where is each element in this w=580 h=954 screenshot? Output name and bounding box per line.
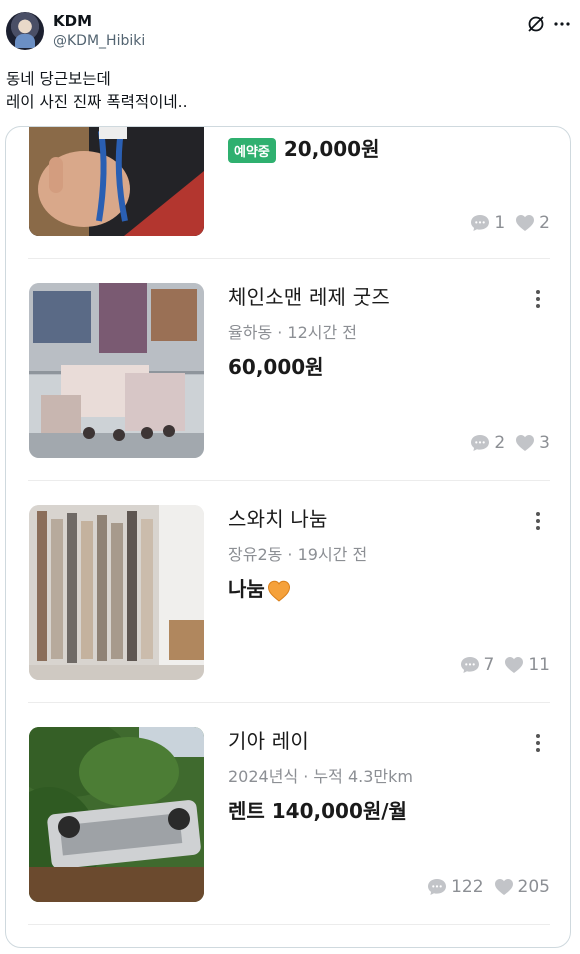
reserved-badge: 예약중	[228, 138, 276, 163]
tweet-text-line: 레이 사진 진짜 폭력적이네..	[6, 93, 188, 111]
listing-item[interactable]: 체인소맨 레제 굿즈 율하동 · 12시간 전 60,000원 2 3	[6, 259, 570, 481]
listing-thumbnail	[29, 127, 204, 236]
tweet-media-image[interactable]: 예약중 20,000원 1 2 체인소맨 레제 굿즈 율하동 · 12시간 전 …	[5, 126, 571, 948]
tweet-text-line: 동네 당근보는데	[6, 70, 111, 88]
listing-price: 나눔	[228, 573, 291, 602]
chat-count: 1	[494, 213, 506, 233]
listing-title: 기아 레이	[228, 729, 309, 753]
listing-price: 렌트 140,000원/월	[228, 799, 407, 823]
listing-price-value: 20,000원	[283, 137, 380, 161]
author-handle[interactable]: @KDM_Hibiki	[53, 33, 145, 49]
chat-icon	[471, 215, 490, 231]
listing-thumbnail	[29, 727, 204, 902]
orange-heart-icon	[267, 580, 290, 602]
heart-icon	[516, 435, 535, 451]
listing-item[interactable]: 예약중 20,000원 1 2	[6, 127, 570, 259]
more-options-icon[interactable]	[526, 731, 550, 755]
author-name[interactable]: KDM	[53, 12, 92, 30]
listing-stats: 1 2	[470, 213, 550, 233]
listing-stats: 122 205	[427, 877, 550, 897]
divider	[28, 924, 550, 925]
chat-icon	[460, 657, 479, 673]
chat-count: 2	[494, 433, 506, 453]
like-count: 2	[539, 213, 550, 233]
listing-price: 60,000원	[228, 355, 324, 379]
listing-thumbnail	[29, 283, 204, 458]
more-options-icon[interactable]	[526, 509, 550, 533]
listing-meta: 율하동 · 12시간 전	[228, 323, 358, 342]
more-options-icon[interactable]	[526, 287, 550, 311]
listing-thumbnail	[29, 505, 204, 680]
listing-item[interactable]: 스와치 나눔 장유2동 · 19시간 전 나눔 7 11	[6, 481, 570, 703]
tweet-header: KDM @KDM_Hibiki	[0, 0, 580, 60]
like-count: 3	[539, 433, 550, 453]
chat-icon	[471, 435, 490, 451]
listing-title: 스와치 나눔	[228, 507, 328, 531]
listing-stats: 2 3	[470, 433, 550, 453]
like-count: 11	[528, 655, 550, 675]
listing-meta: 2024년식 · 누적 4.3만km	[228, 767, 413, 786]
listing-item[interactable]: 기아 레이 2024년식 · 누적 4.3만km 렌트 140,000원/월 1…	[6, 703, 570, 925]
tweet-text: 동네 당근보는데 레이 사진 진짜 폭력적이네..	[6, 68, 188, 114]
chat-icon	[428, 879, 447, 895]
avatar[interactable]	[6, 12, 44, 50]
heart-icon	[505, 657, 524, 673]
heart-icon	[494, 879, 513, 895]
listing-title: 체인소맨 레제 굿즈	[228, 285, 390, 309]
listing-price-value: 나눔	[228, 577, 265, 601]
chat-count: 7	[483, 655, 495, 675]
more-options-icon[interactable]	[552, 14, 572, 34]
listing-meta: 장유2동 · 19시간 전	[228, 545, 368, 564]
grok-icon[interactable]	[526, 14, 546, 34]
chat-count: 122	[451, 877, 484, 897]
listing-stats: 7 11	[460, 655, 550, 675]
heart-icon	[516, 215, 535, 231]
like-count: 205	[517, 877, 550, 897]
listing-price: 예약중 20,000원	[228, 133, 379, 163]
